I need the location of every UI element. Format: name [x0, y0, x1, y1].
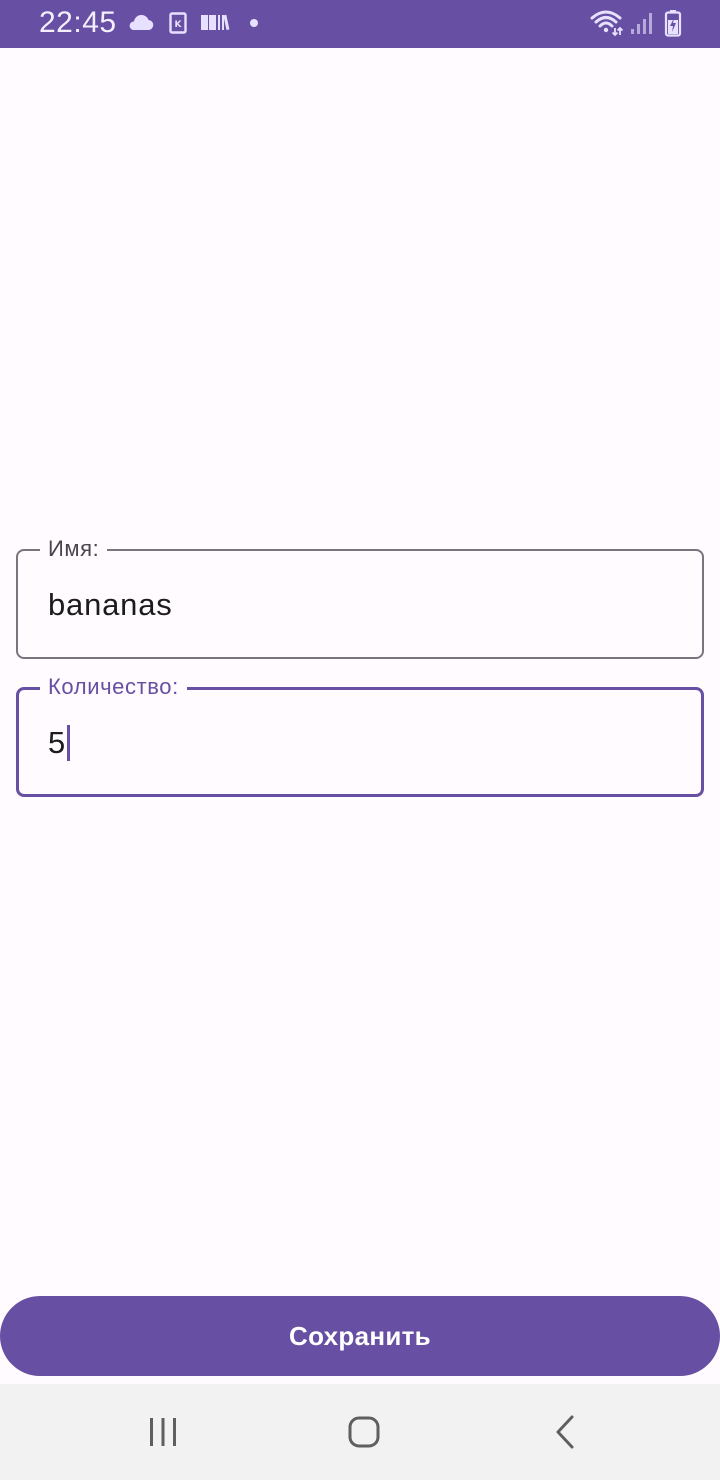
k-app-icon: K [169, 12, 187, 34]
quantity-input[interactable]: 5 [48, 725, 71, 761]
svg-text:K: K [175, 20, 183, 30]
status-time: 22:45 [39, 6, 117, 39]
save-button-label: Сохранить [289, 1320, 431, 1351]
books-icon [201, 14, 230, 31]
status-bar: 22:45 K [0, 0, 720, 48]
recents-button[interactable] [139, 1408, 187, 1456]
name-input[interactable]: bananas [48, 587, 173, 623]
recents-icon [150, 1418, 176, 1446]
navigation-bar [0, 1384, 720, 1480]
save-button[interactable]: Сохранить [0, 1296, 720, 1376]
name-input-value: bananas [48, 587, 173, 622]
home-button[interactable] [340, 1408, 388, 1456]
back-icon [556, 1415, 574, 1449]
text-cursor [67, 725, 71, 761]
quantity-field[interactable]: Количество: 5 [16, 676, 704, 797]
name-field[interactable]: Имя: bananas [16, 538, 704, 659]
name-field-label: Имя: [40, 538, 108, 560]
wifi-icon [590, 10, 624, 37]
cloud-icon [129, 15, 154, 31]
home-icon [348, 1416, 380, 1448]
back-button[interactable] [542, 1408, 590, 1456]
signal-icon [631, 13, 652, 34]
quantity-field-label: Количество: [40, 676, 187, 698]
quantity-input-value: 5 [48, 725, 67, 760]
dot-icon [250, 19, 258, 27]
battery-charging-icon [664, 10, 682, 37]
quantity-field-outline [16, 687, 704, 797]
